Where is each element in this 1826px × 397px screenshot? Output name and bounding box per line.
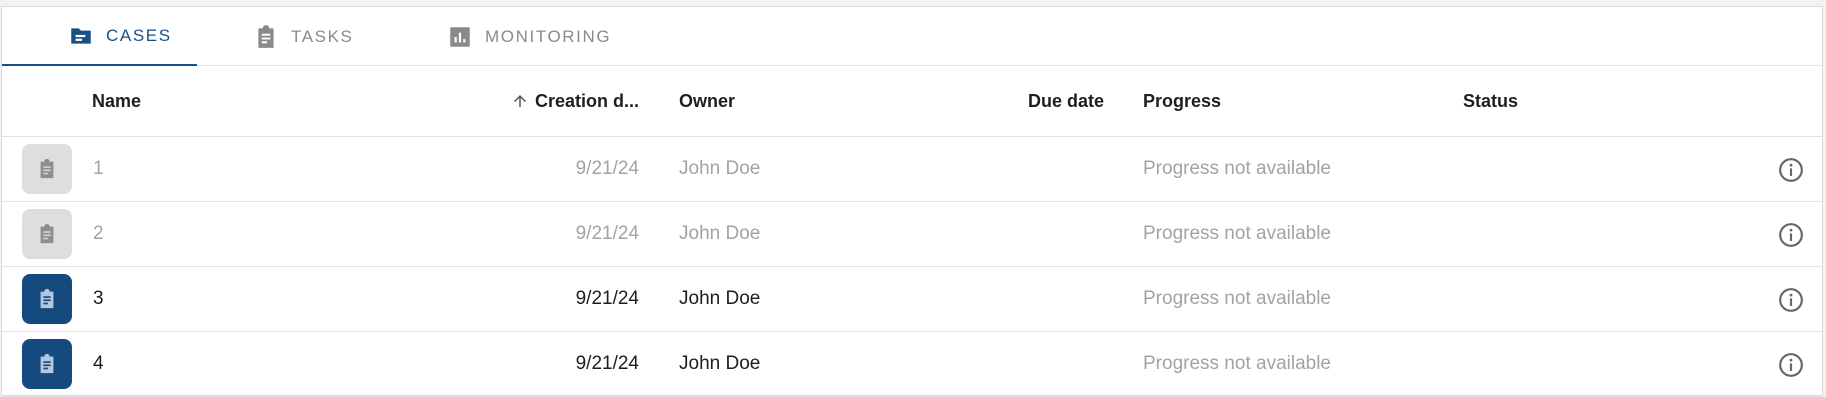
clipboard-icon (40, 288, 54, 309)
cases-panel: CASES TASKS MONITORING Name Creation d..… (1, 6, 1823, 397)
case-avatar (22, 339, 72, 389)
info-icon[interactable] (1778, 287, 1804, 313)
case-avatar (22, 144, 72, 194)
cell-progress: Progress not available (1143, 288, 1331, 309)
tab-cases-label: CASES (106, 25, 172, 45)
column-header-due-date[interactable]: Due date (1028, 66, 1104, 136)
column-header-name[interactable]: Name (92, 66, 141, 136)
table-row[interactable]: 2 9/21/24 John Doe Progress not availabl… (2, 202, 1822, 267)
cell-name: 4 (93, 353, 104, 374)
cell-creation-date: 9/21/24 (575, 158, 639, 179)
tab-monitoring-label: MONITORING (485, 26, 612, 46)
column-header-creation-date-label: Creation d... (534, 90, 639, 111)
column-header-progress[interactable]: Progress (1143, 66, 1221, 136)
folder-icon (68, 23, 94, 49)
clipboard-icon (253, 24, 279, 50)
tab-tasks[interactable]: TASKS (187, 7, 387, 66)
tab-monitoring[interactable]: MONITORING (381, 7, 641, 66)
clipboard-icon (40, 158, 54, 179)
cell-creation-date: 9/21/24 (575, 288, 639, 309)
cell-progress: Progress not available (1143, 223, 1331, 244)
info-icon[interactable] (1778, 157, 1804, 183)
column-header-owner[interactable]: Owner (679, 66, 735, 136)
cell-owner: John Doe (679, 223, 761, 244)
table-row[interactable]: 4 9/21/24 John Doe Progress not availabl… (2, 332, 1822, 397)
cell-owner: John Doe (679, 158, 761, 179)
case-avatar (22, 209, 72, 259)
info-icon[interactable] (1778, 352, 1804, 378)
cell-progress: Progress not available (1143, 353, 1331, 374)
tab-bar: CASES TASKS MONITORING (2, 7, 1822, 66)
column-header-status[interactable]: Status (1463, 66, 1518, 136)
cell-owner: John Doe (679, 288, 761, 309)
cell-creation-date: 9/21/24 (575, 223, 639, 244)
clipboard-icon (40, 353, 54, 374)
bar-chart-icon (447, 24, 473, 50)
table-row[interactable]: 3 9/21/24 John Doe Progress not availabl… (2, 267, 1822, 332)
cell-name: 2 (93, 223, 104, 244)
cell-creation-date: 9/21/24 (575, 353, 639, 374)
cell-owner: John Doe (679, 353, 761, 374)
clipboard-icon (40, 223, 54, 244)
table-row[interactable]: 1 9/21/24 John Doe Progress not availabl… (2, 137, 1822, 202)
tab-tasks-label: TASKS (291, 26, 354, 46)
tab-cases[interactable]: CASES (2, 7, 197, 66)
arrow-up-icon (511, 92, 529, 110)
case-avatar (22, 274, 72, 324)
cell-progress: Progress not available (1143, 158, 1331, 179)
info-icon[interactable] (1778, 222, 1804, 248)
table-header: Name Creation d... Owner Due date Progre… (2, 66, 1822, 137)
column-header-creation-date[interactable]: Creation d... (511, 66, 639, 136)
cell-name: 3 (93, 288, 104, 309)
cell-name: 1 (93, 158, 104, 179)
